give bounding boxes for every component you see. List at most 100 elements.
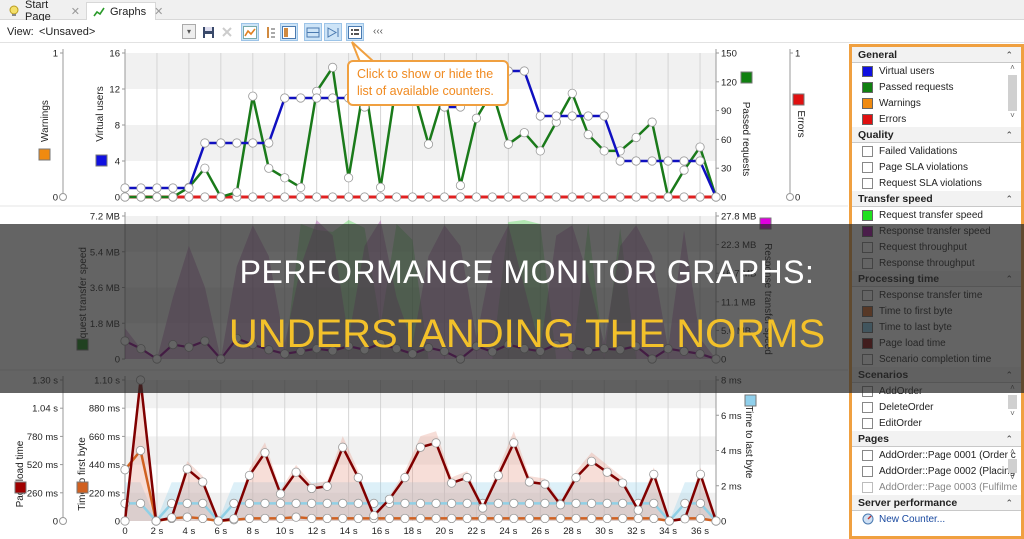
series-page-load-time-point (353, 473, 363, 483)
counter-label: Page SLA violations (879, 161, 968, 173)
counter-virtual-users[interactable]: Virtual users (852, 63, 1021, 79)
scroll-thumb[interactable] (1008, 459, 1017, 473)
counter-passed-requests[interactable]: Passed requests (852, 79, 1021, 95)
counter-request-sla-violations[interactable]: Request SLA violations (852, 175, 1021, 191)
chevron-up-icon[interactable]: ˄ (1007, 63, 1018, 75)
counter-errors[interactable]: Errors (852, 111, 1021, 127)
axis-tick-label: 660 ms (89, 432, 120, 443)
close-icon[interactable]: ✕ (71, 5, 80, 18)
series-page-load-time-point (369, 510, 379, 521)
chevron-down-icon[interactable]: ˅ (1007, 409, 1018, 421)
scrollbar[interactable]: ˄˅ (1007, 447, 1018, 495)
series-virtual-users-point (136, 183, 146, 193)
x-tick-label: 24 s (499, 526, 517, 537)
collapse-icon[interactable]: ⌃ (1005, 127, 1013, 143)
counter-failed-validations[interactable]: Failed Validations (852, 143, 1021, 159)
collapse-icon[interactable]: ⌃ (1005, 191, 1013, 207)
axis-tick-label: 4 ms (721, 446, 742, 457)
axis-tick-label: 0 (115, 517, 120, 528)
checkbox[interactable] (862, 481, 873, 493)
counter-list-icon[interactable] (346, 23, 364, 41)
panel-icon[interactable] (280, 23, 298, 41)
legend-icon[interactable] (262, 23, 280, 41)
series-time-to-first-byte-point (649, 513, 659, 524)
series-errors-point (407, 192, 418, 202)
series-passed-requests-point (200, 163, 210, 173)
series-errors-point (344, 192, 354, 202)
counter-request-transfer-speed[interactable]: Request transfer speed (852, 207, 1021, 223)
series-errors-point (503, 192, 513, 202)
scenario-deleteorder[interactable]: DeleteOrder (852, 399, 1021, 415)
series-time-to-last-byte-point (400, 498, 410, 508)
series-errors-point (280, 192, 290, 202)
lightbulb-icon (8, 5, 20, 17)
scrollbar[interactable]: ˄˅ (1007, 63, 1018, 127)
series-virtual-users-point (647, 156, 657, 166)
section-pages[interactable]: Pages ⌃ (852, 431, 1021, 447)
page-item[interactable]: AddOrder::Page 0003 (Fulfilme (852, 479, 1021, 495)
series-time-to-first-byte-point (353, 513, 363, 524)
color-swatch (862, 65, 873, 77)
color-swatch (862, 113, 873, 125)
fit-width-icon[interactable] (304, 23, 322, 41)
section-title: Quality (858, 129, 894, 141)
scroll-end-icon[interactable] (324, 23, 342, 41)
series-time-to-last-byte-point (586, 498, 597, 508)
chevron-up-icon[interactable]: ˄ (1007, 447, 1018, 459)
axis-tick-label: 90 (721, 106, 732, 117)
counter-warnings[interactable]: Warnings (852, 95, 1021, 111)
axis-tick-label: 780 ms (27, 432, 58, 443)
tab-graphs[interactable]: Graphs ✕ (86, 2, 163, 20)
section-server-performance[interactable]: Server performance ⌃ (852, 495, 1021, 511)
chevron-down-icon[interactable]: ▾ (182, 24, 196, 39)
view-select[interactable]: <Unsaved> (39, 26, 95, 38)
section-quality[interactable]: Quality ⌃ (852, 127, 1021, 143)
series-errors-point (359, 192, 370, 202)
series-time-to-first-byte-point (260, 513, 270, 524)
tab-bar: Start Page ✕ Graphs ✕ (0, 0, 1024, 23)
counter-label: Passed requests (879, 81, 954, 93)
checkbox[interactable] (862, 449, 873, 461)
series-time-to-last-byte-point (260, 498, 270, 508)
series-virtual-users-point (200, 138, 210, 148)
chevron-down-icon[interactable]: ˅ (1007, 111, 1018, 123)
section-general[interactable]: General ⌃ (852, 47, 1021, 63)
page-item[interactable]: AddOrder::Page 0001 (Order c (852, 447, 1021, 463)
series-time-to-first-byte-point (244, 513, 255, 524)
counter-label: Warnings (879, 97, 921, 109)
series-virtual-users-point (551, 111, 561, 121)
checkbox[interactable] (862, 401, 873, 413)
counter-label: Request transfer speed (879, 209, 983, 221)
chart-icon[interactable] (241, 23, 259, 41)
series-page-load-time-point (602, 467, 612, 477)
scroll-thumb[interactable] (1008, 75, 1017, 111)
collapse-icon[interactable]: ⌃ (1005, 495, 1013, 511)
series-passed-requests-point (264, 163, 274, 173)
axis-tick-label: 220 ms (89, 488, 120, 499)
series-errors-point (583, 192, 593, 202)
checkbox[interactable] (862, 161, 873, 173)
collapse-toolbar-button[interactable]: ‹‹‹ (373, 26, 383, 37)
tab-start-page[interactable]: Start Page ✕ (2, 0, 86, 23)
save-icon[interactable] (199, 23, 217, 41)
collapse-icon[interactable]: ⌃ (1005, 431, 1013, 447)
series-passed-requests-point (248, 91, 258, 101)
scroll-thumb[interactable] (1008, 395, 1017, 409)
page-item[interactable]: AddOrder::Page 0002 (Placing (852, 463, 1021, 479)
counter-page-sla-violations[interactable]: Page SLA violations (852, 159, 1021, 175)
delete-icon[interactable] (218, 23, 236, 41)
collapse-icon[interactable]: ⌃ (1005, 47, 1013, 63)
checkbox[interactable] (862, 417, 873, 429)
counter-label: DeleteOrder (879, 401, 934, 413)
checkbox[interactable] (862, 465, 873, 477)
close-icon[interactable]: ✕ (154, 5, 163, 18)
series-virtual-users-point (519, 66, 529, 76)
new-counter-link[interactable]: New Counter... (852, 511, 1021, 527)
series-page-load-time-point (167, 513, 177, 523)
section-transfer-speed[interactable]: Transfer speed ⌃ (852, 191, 1021, 207)
checkbox[interactable] (862, 177, 873, 189)
scenario-editorder[interactable]: EditOrder (852, 415, 1021, 431)
checkbox[interactable] (862, 145, 873, 157)
chevron-down-icon[interactable]: ˅ (1007, 473, 1018, 485)
series-passed-requests-point (216, 192, 226, 202)
